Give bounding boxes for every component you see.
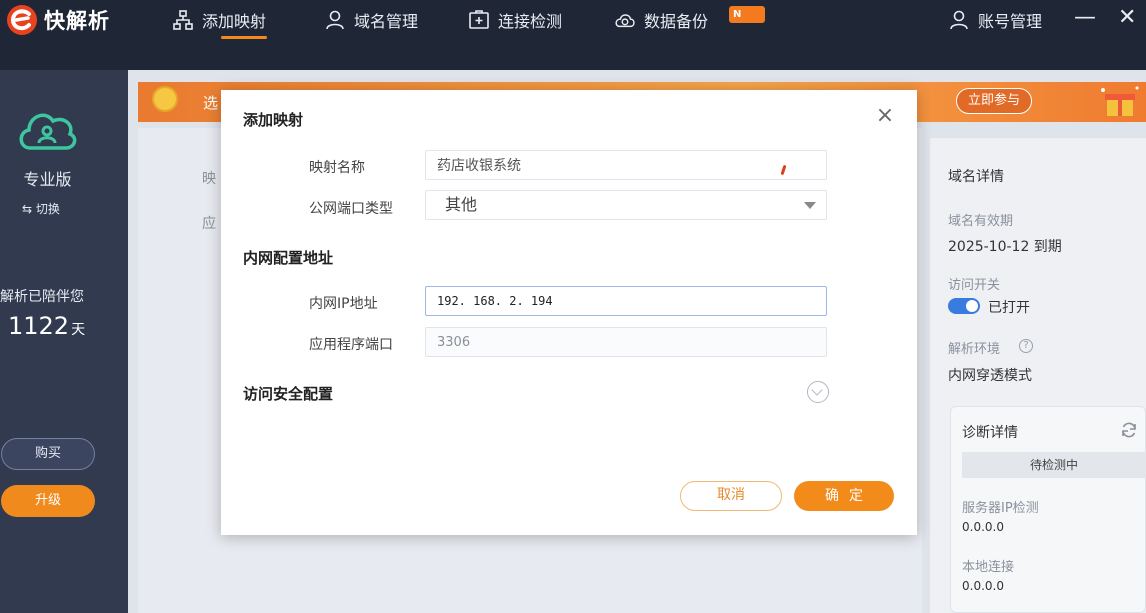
banner-join-button[interactable]: 立即参与 bbox=[956, 88, 1032, 114]
days-unit: 天 bbox=[71, 322, 86, 338]
edition-label: 专业版 bbox=[23, 170, 72, 189]
port-type-select[interactable]: 其他 bbox=[425, 190, 827, 220]
e-logo-icon bbox=[7, 5, 37, 35]
intranet-ip-input[interactable] bbox=[425, 286, 827, 316]
access-status: 已打开 bbox=[988, 300, 1030, 316]
close-window-button[interactable]: ✕ bbox=[1118, 5, 1136, 31]
local-connection-label: 本地连接 bbox=[962, 560, 1015, 575]
refresh-icon[interactable] bbox=[1120, 421, 1138, 439]
intranet-ip-label: 内网IP地址 bbox=[309, 296, 378, 312]
app-title: 快解析 bbox=[44, 9, 110, 33]
left-sidebar bbox=[0, 70, 128, 613]
confirm-button[interactable]: 确定 bbox=[794, 481, 894, 511]
env-value: 内网穿透模式 bbox=[948, 368, 1032, 384]
days-value: 1122 bbox=[8, 312, 70, 340]
nav-domain-management[interactable]: 域名管理 bbox=[324, 0, 418, 40]
cloud-sync-icon bbox=[615, 14, 635, 28]
upgrade-button[interactable]: 升级 bbox=[1, 485, 95, 517]
access-toggle[interactable] bbox=[948, 298, 980, 314]
help-icon[interactable]: ? bbox=[1019, 339, 1033, 353]
expiry-value: 2025-10-12 到期 bbox=[948, 239, 1062, 255]
list-label: 映 bbox=[202, 171, 216, 187]
local-connection-value: 0.0.0.0 bbox=[962, 579, 1004, 593]
user-icon bbox=[950, 10, 968, 30]
top-bar: 快解析 添加映射 域名管理 连接检测 数据备份 N 账号管理 — ✕ bbox=[0, 0, 1146, 70]
cloud-user-icon bbox=[19, 113, 77, 150]
nav-label: 域名管理 bbox=[354, 12, 419, 31]
plus-box-icon bbox=[469, 10, 489, 29]
intranet-section-title: 内网配置地址 bbox=[243, 249, 334, 267]
buy-button[interactable]: 购买 bbox=[1, 438, 95, 470]
new-badge: N bbox=[729, 6, 765, 23]
nav-label: 添加映射 bbox=[202, 12, 267, 31]
dialog-close-button[interactable]: × bbox=[873, 104, 897, 128]
nav-data-backup[interactable]: 数据备份 bbox=[614, 0, 708, 40]
nav-add-mapping[interactable]: 添加映射 bbox=[172, 0, 266, 40]
user-icon bbox=[326, 10, 344, 30]
gift-icon bbox=[1101, 86, 1139, 116]
server-ip-value: 0.0.0.0 bbox=[962, 520, 1004, 534]
mapping-name-label: 映射名称 bbox=[309, 160, 365, 176]
app-port-label: 应用程序端口 bbox=[309, 337, 393, 353]
nav-account-management[interactable]: 账号管理 bbox=[948, 0, 1042, 40]
env-label: 解析环境 bbox=[948, 342, 1001, 357]
nav-label: 账号管理 bbox=[978, 12, 1043, 31]
chevron-circle-down-icon[interactable] bbox=[807, 381, 829, 403]
domain-detail-title: 域名详情 bbox=[948, 169, 1004, 185]
server-ip-label: 服务器IP检测 bbox=[962, 501, 1039, 516]
app-port-input[interactable] bbox=[425, 327, 827, 357]
switch-edition-link[interactable]: ⇆ 切换 bbox=[22, 200, 60, 217]
days-counter: 1122 天 bbox=[8, 312, 85, 340]
add-mapping-dialog: 添加映射 × 映射名称 公网端口类型 其他 内网配置地址 内网IP地址 应用程序… bbox=[221, 90, 917, 535]
diagnosis-status: 待检测中 bbox=[962, 452, 1146, 478]
list-label: 应 bbox=[202, 216, 216, 232]
mapping-name-input[interactable] bbox=[425, 150, 827, 180]
security-section-title: 访问安全配置 bbox=[243, 385, 334, 403]
port-type-label: 公网端口类型 bbox=[309, 201, 393, 217]
dialog-title: 添加映射 bbox=[243, 111, 304, 129]
nav-connection-check[interactable]: 连接检测 bbox=[468, 0, 562, 40]
coin-icon bbox=[152, 86, 178, 112]
port-type-value: 其他 bbox=[445, 195, 478, 214]
chevron-down-icon bbox=[804, 202, 816, 209]
access-switch-label: 访问开关 bbox=[948, 278, 1001, 293]
minimize-button[interactable]: — bbox=[1074, 5, 1096, 31]
cancel-button[interactable]: 取消 bbox=[680, 481, 782, 511]
expiry-label: 域名有效期 bbox=[948, 214, 1014, 229]
app-logo: 快解析 bbox=[4, 2, 110, 38]
network-icon bbox=[173, 10, 193, 30]
accompany-text: 快解析已陪伴您 bbox=[0, 289, 84, 305]
nav-active-indicator bbox=[221, 36, 267, 39]
nav-label: 连接检测 bbox=[498, 12, 563, 31]
banner-text: 选 bbox=[203, 94, 219, 112]
diagnosis-title: 诊断详情 bbox=[962, 425, 1018, 441]
nav-label: 数据备份 bbox=[644, 12, 709, 31]
